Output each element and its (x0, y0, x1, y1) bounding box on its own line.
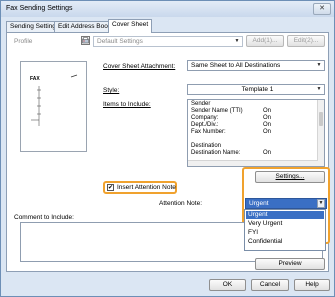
style-label: Style: (103, 87, 120, 94)
items-label: Items to Include: (103, 101, 151, 108)
close-button[interactable]: ✕ (313, 3, 331, 15)
list-item: Destination Name: On (191, 150, 272, 156)
chevron-down-icon: ▼ (316, 86, 322, 92)
chevron-down-icon: ▼ (234, 38, 240, 44)
items-listbox[interactable]: Sender Sender Name (TTI) On Company: On De… (187, 99, 325, 167)
comment-label: Comment to Include: (14, 214, 74, 221)
list-item: Dept./Div.: On (191, 122, 272, 128)
insert-attention-checkbox[interactable]: ✔ (107, 184, 114, 191)
tab-cover-sheet[interactable]: Cover Sheet (108, 19, 153, 33)
cancel-button[interactable]: Cancel (251, 279, 289, 291)
attention-note-value: Urgent (249, 200, 269, 207)
horizontal-scrollbar[interactable] (188, 160, 318, 166)
fax-sending-settings-window: Fax Sending Settings ✕ Sending Settings … (0, 0, 335, 297)
list-item: Destination (191, 143, 222, 149)
window-title: Fax Sending Settings (6, 5, 73, 12)
option-confidential[interactable]: Confidential (246, 238, 324, 246)
add-profile-button[interactable]: Add(1)... (246, 35, 284, 47)
list-item: Fax Number: On (191, 129, 272, 135)
profile-fax-icon (81, 36, 90, 45)
attention-note-label: Attention Note: (159, 200, 202, 207)
attachment-select[interactable]: Same Sheet to All Destinations ▼ (187, 60, 325, 71)
profile-value: Default Settings (97, 38, 143, 45)
option-very-urgent[interactable]: Very Urgent (246, 220, 324, 228)
style-value: Template 1 (241, 86, 274, 93)
title-bar[interactable]: Fax Sending Settings ✕ (1, 1, 334, 17)
insert-attention-label: Insert Attention Note (117, 184, 176, 191)
attachment-value: Same Sheet to All Destinations (191, 62, 281, 69)
option-fyi[interactable]: FYI (246, 229, 324, 237)
tab-edit-address-book[interactable]: Edit Address Book (54, 21, 116, 32)
vertical-scrollbar[interactable] (317, 100, 324, 166)
help-button[interactable]: Help (294, 279, 330, 291)
list-item: Sender (191, 101, 211, 107)
list-item: Company: On (191, 115, 272, 121)
scrollbar-thumb[interactable] (319, 112, 323, 126)
attention-note-select[interactable]: Urgent ▼ (245, 198, 327, 209)
option-urgent[interactable]: Urgent (246, 211, 324, 219)
style-select[interactable]: Template 1 ▼ (187, 84, 325, 95)
attachment-label: Cover Sheet Attachment: (103, 63, 176, 70)
preview-sheet-lines-icon (31, 74, 78, 126)
preview-button[interactable]: Preview (255, 258, 325, 270)
chevron-down-icon[interactable]: ▼ (317, 199, 325, 208)
cover-sheet-preview: FAX (20, 61, 87, 152)
ok-button[interactable]: OK (209, 279, 246, 291)
chevron-down-icon: ▼ (316, 62, 322, 68)
list-item: Sender Name (TTI) On (191, 108, 272, 114)
profile-select[interactable]: Default Settings ▼ (93, 36, 243, 47)
edit-profile-button[interactable]: Edit(2)... (287, 35, 325, 47)
profile-label: Profile (14, 38, 33, 45)
attention-options-list[interactable]: Urgent Very Urgent FYI Confidential (244, 209, 326, 251)
